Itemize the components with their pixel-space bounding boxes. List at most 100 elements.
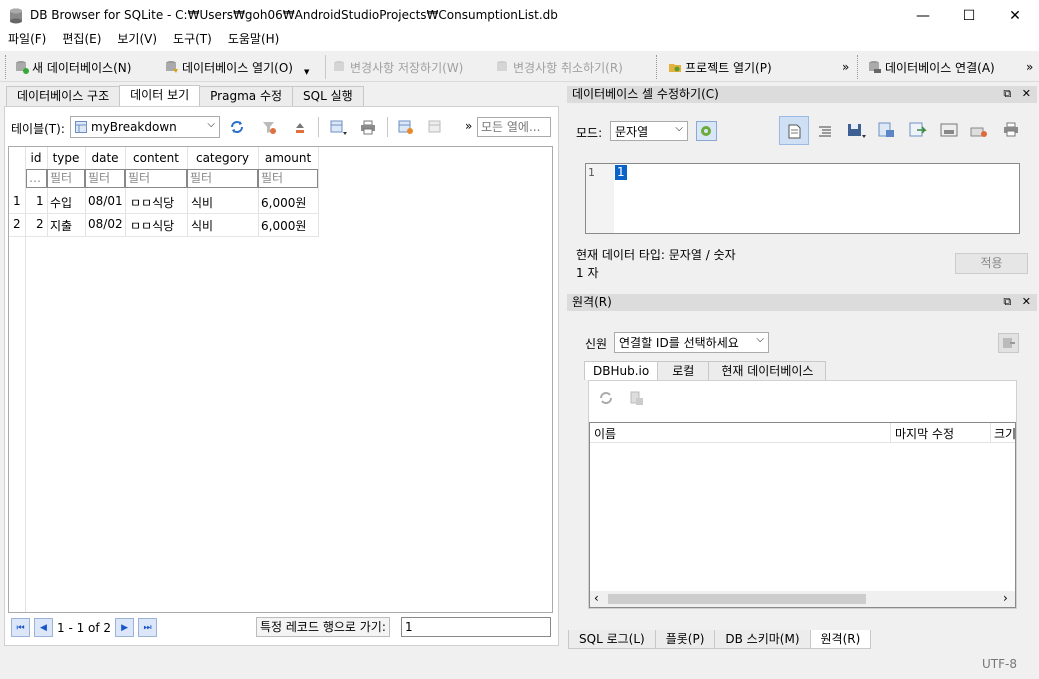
toolbar-overflow-button[interactable]: » [1026, 57, 1033, 77]
export-icon[interactable] [847, 122, 867, 140]
toolbar-overflow-button[interactable]: » [842, 57, 849, 77]
menu-edit[interactable]: 편집(E) [54, 31, 109, 51]
cell-date[interactable]: 08/02 [88, 217, 123, 231]
scroll-left-icon[interactable]: ‹ [594, 591, 599, 605]
open-database-button[interactable]: 데이터베이스 열기(O) ▼ [165, 57, 309, 77]
float-dock-icon[interactable]: ⧉ [1003, 295, 1011, 308]
remove-icon[interactable] [970, 124, 988, 138]
refresh-icon[interactable] [229, 119, 245, 135]
menu-tools[interactable]: 도구(T) [165, 31, 220, 51]
toolbar-grip[interactable] [656, 55, 658, 79]
tab-local[interactable]: 로컬 [657, 361, 710, 380]
open-project-button[interactable]: 프로젝트 열기(P) [668, 57, 772, 77]
clone-database-icon[interactable] [629, 391, 645, 407]
cell-content[interactable]: ㅁㅁ식당 [130, 217, 174, 234]
data-grid[interactable]: id type date content category amount … 필… [8, 146, 553, 613]
sort-clear-icon[interactable] [293, 121, 307, 135]
cell-type[interactable]: 수입 [50, 194, 72, 211]
new-database-button[interactable]: 새 데이터베이스(N) [15, 57, 131, 77]
filter-input-amount[interactable]: 필터 [258, 169, 318, 188]
apply-to-clipboard-icon[interactable] [940, 122, 958, 138]
refresh-icon[interactable] [598, 390, 614, 406]
cell-date[interactable]: 08/01 [88, 194, 123, 208]
tab-plot[interactable]: 플롯(P) [654, 630, 716, 649]
column-header-name[interactable]: 이름 [594, 425, 616, 442]
print-cell-icon[interactable] [1002, 122, 1020, 138]
filter-all-columns-input[interactable]: 모든 열에... [477, 117, 551, 137]
filter-input-date[interactable]: 필터 [85, 169, 125, 188]
save-table-icon[interactable] [330, 120, 348, 136]
scroll-right-icon[interactable]: › [1003, 591, 1008, 605]
column-header-content[interactable]: content [125, 151, 187, 165]
first-record-icon[interactable]: ⏮ [11, 618, 30, 637]
print-icon[interactable] [360, 120, 376, 135]
table-select[interactable]: myBreakdown ⌵ [70, 116, 220, 138]
column-header-date[interactable]: date [85, 151, 125, 165]
insert-record-icon[interactable] [398, 120, 416, 136]
cell-category[interactable]: 식비 [191, 194, 213, 211]
word-wrap-icon[interactable] [818, 124, 832, 138]
close-button[interactable]: ✕ [992, 0, 1038, 31]
goto-record-input[interactable]: 1 [401, 617, 551, 637]
revert-changes-button[interactable]: 변경사항 취소하기(R) [496, 57, 623, 77]
cell-type[interactable]: 지출 [50, 217, 72, 234]
text-mode-toggle[interactable] [779, 116, 809, 145]
column-header-category[interactable]: category [187, 151, 258, 165]
maximize-button[interactable]: ☐ [946, 0, 992, 31]
toolbar-grip[interactable] [857, 55, 859, 79]
tab-execute-sql[interactable]: SQL 실행 [292, 86, 364, 106]
clear-filters-icon[interactable] [262, 120, 277, 135]
goto-record-button[interactable]: 특정 레코드 행으로 가기: [256, 617, 390, 637]
cell-category[interactable]: 식비 [191, 217, 213, 234]
previous-record-icon[interactable]: ◀ [34, 618, 53, 637]
menu-help[interactable]: 도움말(H) [220, 31, 288, 51]
auto-switch-mode-icon[interactable] [696, 121, 717, 141]
filter-input-category[interactable]: 필터 [187, 169, 258, 188]
scrollbar-thumb[interactable] [608, 594, 866, 604]
column-header-last-modified[interactable]: 마지막 수정 [895, 425, 954, 442]
tab-remote[interactable]: 원격(R) [809, 630, 872, 649]
tab-db-schema[interactable]: DB 스키마(M) [714, 630, 811, 649]
tab-database-structure[interactable]: 데이터베이스 구조 [6, 86, 121, 106]
cell-id[interactable]: 1 [36, 194, 44, 208]
column-header-size[interactable]: 크기 [994, 425, 1015, 442]
import-icon[interactable] [878, 122, 896, 138]
delete-record-icon[interactable] [428, 120, 444, 136]
minimize-button[interactable]: — [900, 0, 946, 31]
mode-select[interactable]: 문자열 ⌵ [610, 121, 688, 141]
cell-editor[interactable]: 1 1 [585, 163, 1020, 234]
column-header-amount[interactable]: amount [258, 151, 318, 165]
menu-file[interactable]: 파일(F) [0, 31, 54, 51]
identity-select[interactable]: 연결할 ID를 선택하세요 ⌵ [614, 332, 769, 353]
horizontal-scrollbar[interactable]: ‹ › [590, 591, 1015, 607]
tab-dbhub[interactable]: DBHub.io [584, 361, 659, 380]
row-number[interactable]: 1 [13, 194, 21, 208]
cell-text-selection[interactable]: 1 [615, 165, 627, 180]
write-changes-button[interactable]: 변경사항 저장하기(W) [333, 57, 463, 77]
cell-id[interactable]: 2 [36, 217, 44, 231]
filter-input-content[interactable]: 필터 [125, 169, 187, 188]
close-dock-icon[interactable]: ✕ [1022, 295, 1031, 308]
cell-content[interactable]: ㅁㅁ식당 [130, 194, 174, 211]
menu-view[interactable]: 보기(V) [109, 31, 165, 51]
toolbar-grip[interactable] [5, 55, 7, 79]
last-record-icon[interactable]: ⏭ [138, 618, 158, 637]
set-as-null-icon[interactable] [909, 122, 927, 138]
cell-amount[interactable]: 6,000원 [261, 194, 306, 211]
tab-sql-log[interactable]: SQL 로그(L) [568, 630, 656, 649]
apply-button[interactable]: 적용 [955, 253, 1028, 274]
cell-amount[interactable]: 6,000원 [261, 217, 306, 234]
column-header-type[interactable]: type [47, 151, 85, 165]
filter-input-rowid[interactable]: … [26, 169, 47, 188]
filter-input-type[interactable]: 필터 [47, 169, 85, 188]
row-number[interactable]: 2 [13, 217, 21, 231]
dropdown-arrow-icon[interactable]: ▼ [304, 68, 309, 76]
next-record-icon[interactable]: ▶ [115, 618, 135, 637]
column-header-id[interactable]: id [25, 151, 47, 165]
remote-file-list[interactable]: 이름 마지막 수정 크기 ‹ › [589, 422, 1016, 608]
attach-database-button[interactable]: 데이터베이스 연결(A) [868, 57, 995, 77]
toolbar-overflow-button[interactable]: » [465, 119, 472, 133]
float-dock-icon[interactable]: ⧉ [1003, 87, 1011, 100]
tab-browse-data[interactable]: 데이터 보기 [119, 85, 201, 106]
push-database-icon[interactable] [998, 333, 1019, 353]
